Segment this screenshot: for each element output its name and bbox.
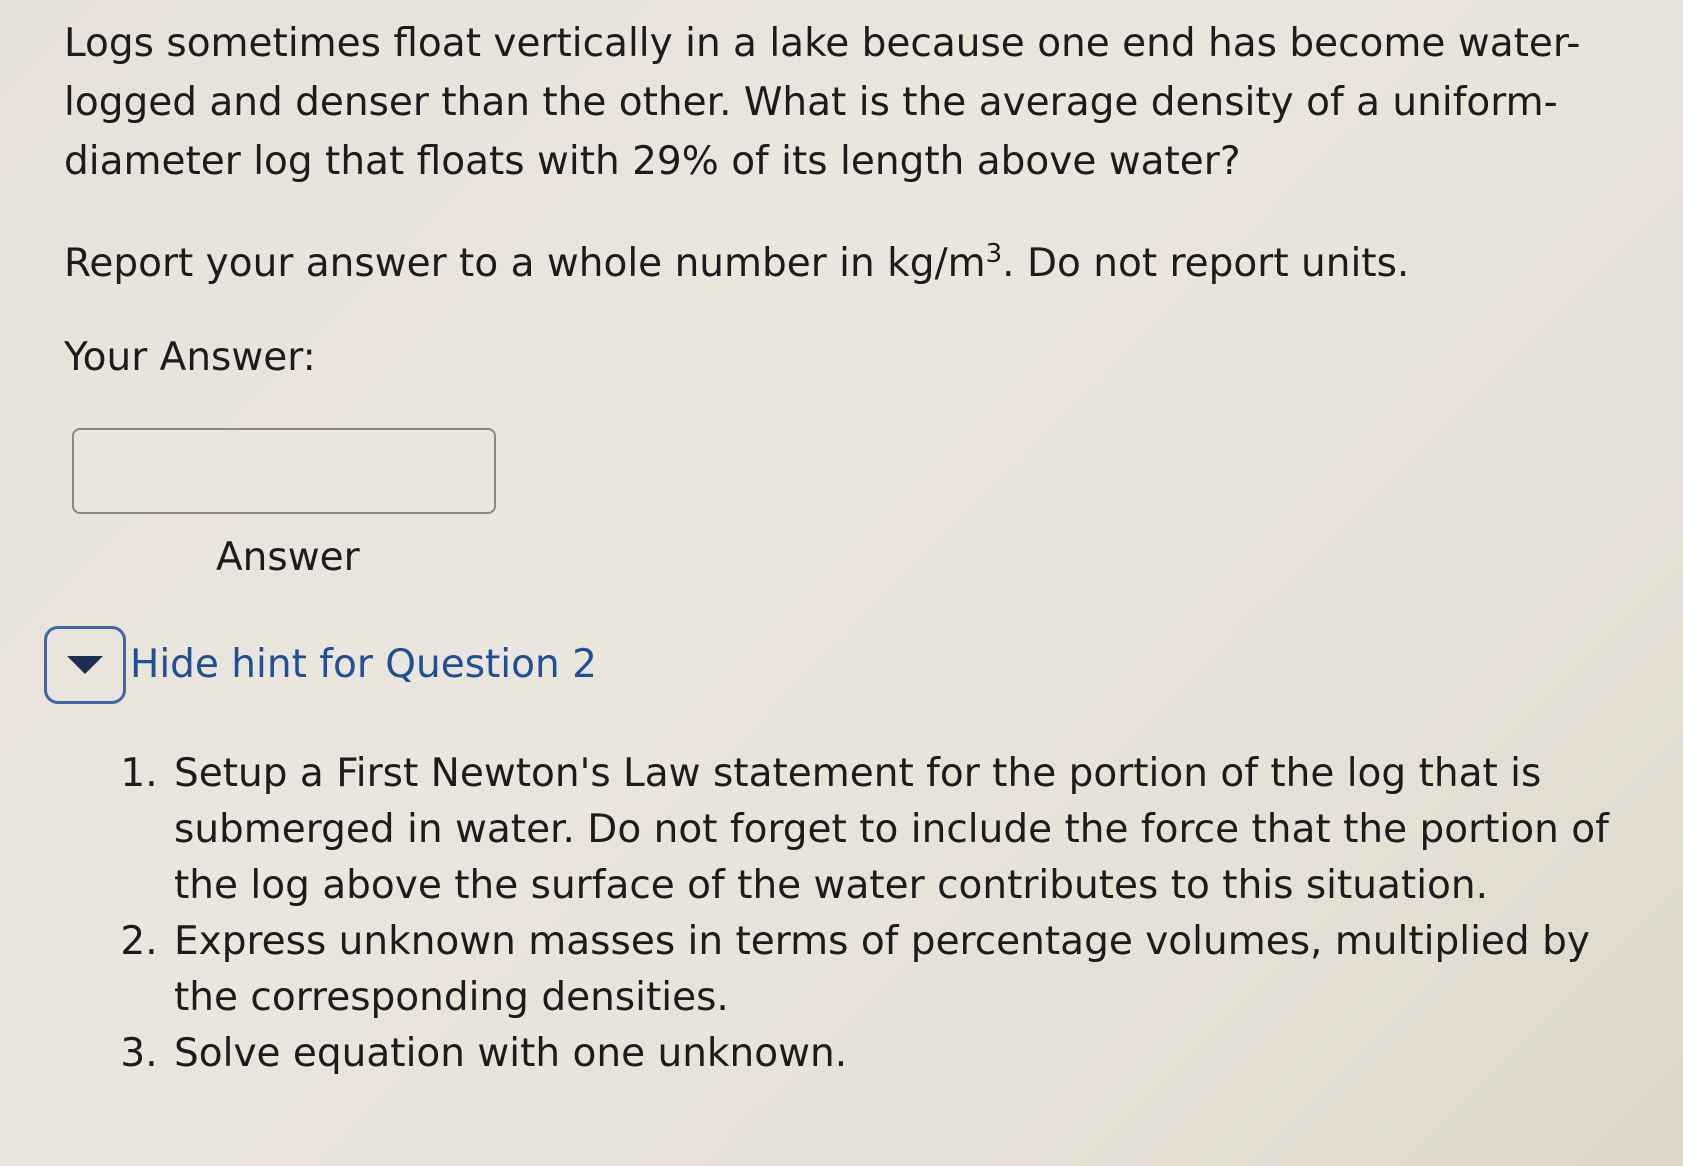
answer-input[interactable] (72, 428, 496, 514)
hint-toggle-button[interactable] (44, 626, 126, 704)
instructions-text-end: . Do not report units. (1002, 241, 1410, 286)
hint-item: Setup a First Newton's Law statement for… (170, 746, 1630, 914)
hint-item: Solve equation with one unknown. (170, 1026, 1630, 1082)
hint-item: Express unknown masses in terms of perce… (170, 914, 1630, 1026)
hint-list: Setup a First Newton's Law statement for… (116, 746, 1630, 1082)
your-answer-label: Your Answer: (64, 335, 316, 380)
answer-instructions: Report your answer to a whole number in … (64, 236, 1624, 292)
hide-hint-toggle[interactable]: Hide hint for Question 2 (44, 626, 597, 704)
question-text: Logs sometimes float vertically in a lak… (64, 21, 1581, 184)
question-page: Logs sometimes float vertically in a lak… (0, 0, 1683, 1166)
answer-field-caption: Answer (216, 535, 360, 580)
instructions-text: Report your answer to a whole number in … (64, 241, 986, 286)
hide-hint-link[interactable]: Hide hint for Question 2 (130, 637, 597, 693)
unit-exponent: 3 (985, 239, 1003, 269)
triangle-down-icon (67, 656, 103, 674)
